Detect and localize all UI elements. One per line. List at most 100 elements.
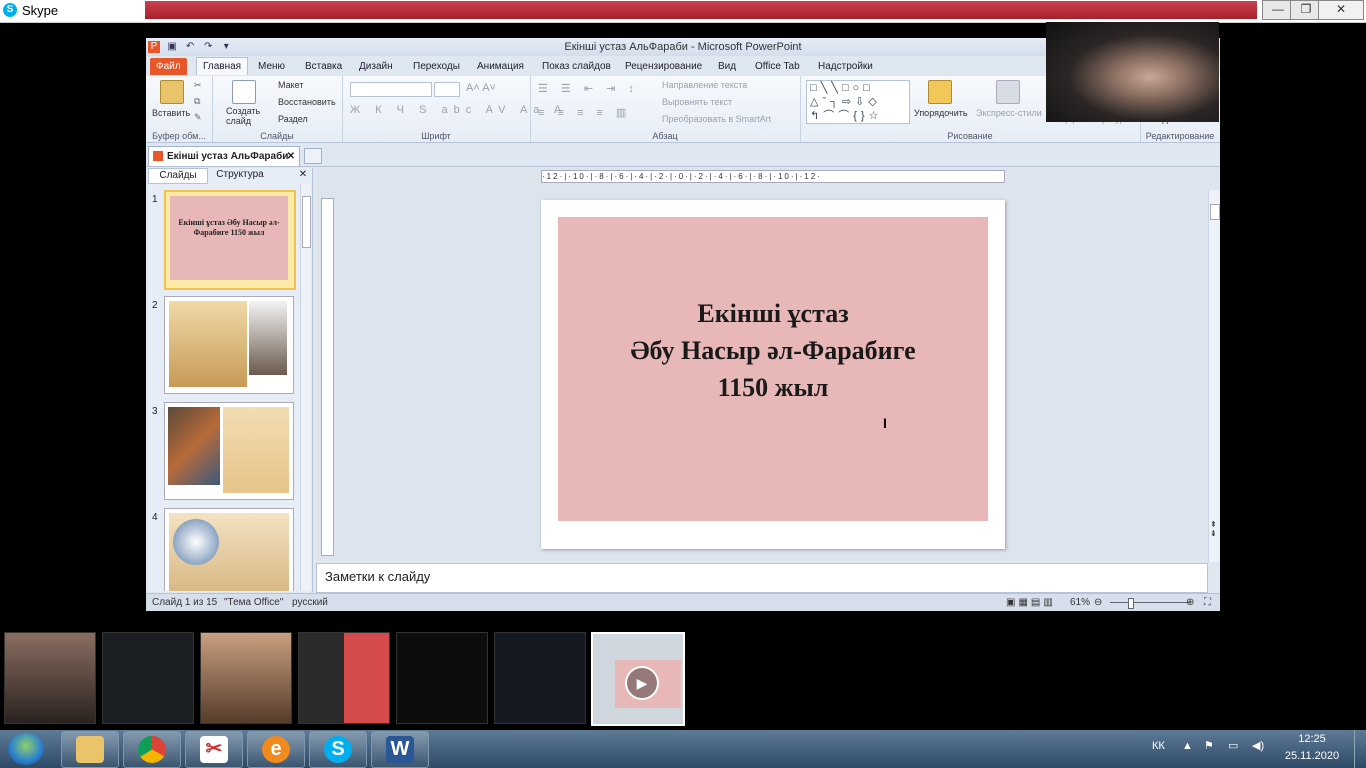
taskbar-skype[interactable]: S bbox=[309, 731, 367, 768]
zoom-slider[interactable] bbox=[1110, 602, 1190, 603]
panel-scrollbar[interactable] bbox=[300, 184, 311, 590]
redo-icon[interactable]: ↷ bbox=[202, 41, 214, 53]
zoom-slider-thumb[interactable] bbox=[1128, 598, 1134, 609]
participant-video[interactable] bbox=[4, 632, 96, 724]
align-icons[interactable]: ≡ ≡ ≡ ≡ ▥ bbox=[538, 106, 631, 119]
close-button[interactable]: ✕ bbox=[1318, 0, 1364, 20]
font-grow-icon[interactable]: A˄ A˅ bbox=[466, 82, 496, 94]
play-icon[interactable]: ▶ bbox=[625, 666, 659, 700]
tab-slides[interactable]: Слайды bbox=[148, 168, 208, 184]
close-tab-icon[interactable]: ✕ bbox=[287, 147, 295, 166]
skype-icon: S bbox=[324, 736, 352, 763]
taskbar-explorer[interactable] bbox=[61, 731, 119, 768]
clock-time[interactable]: 12:25 bbox=[1284, 733, 1340, 745]
shapes-gallery[interactable]: □╲╲□○□ △ˇ┐⇨⇩◇ ↰⌒⌒{}☆ bbox=[806, 80, 910, 124]
taskbar-word[interactable]: W bbox=[371, 731, 429, 768]
slide-background: Екінші ұстаз Әбу Насыр әл-Фарабиге 1150 … bbox=[558, 217, 988, 521]
tab-home[interactable]: Главная bbox=[196, 57, 249, 75]
slide-title[interactable]: Екінші ұстаз Әбу Насыр әл-Фарабиге 1150 … bbox=[558, 295, 988, 406]
tab-outline[interactable]: Структура bbox=[208, 168, 272, 182]
participant-video[interactable] bbox=[102, 632, 194, 724]
tray-expand-icon[interactable]: ▲ bbox=[1182, 740, 1193, 752]
show-desktop-button[interactable] bbox=[1354, 730, 1365, 768]
save-icon[interactable]: ▣ bbox=[166, 41, 178, 53]
document-tab-bar: Екінші устаз АльФараби ✕ bbox=[146, 144, 1220, 167]
close-panel-icon[interactable]: ✕ bbox=[296, 168, 310, 182]
slide-scroll-thumb[interactable] bbox=[1210, 204, 1220, 220]
fit-window-icon[interactable]: ⛶ bbox=[1204, 594, 1211, 611]
new-tab-icon[interactable] bbox=[304, 148, 322, 164]
zoom-out-icon[interactable]: ⊖ bbox=[1094, 594, 1102, 611]
reset-button[interactable]: Восстановить bbox=[278, 97, 336, 107]
action-center-icon[interactable]: ⚑ bbox=[1204, 739, 1214, 752]
clock-date[interactable]: 25.11.2020 bbox=[1284, 750, 1340, 762]
document-tab[interactable]: Екінші устаз АльФараби ✕ bbox=[148, 146, 300, 166]
tab-design[interactable]: Дизайн bbox=[353, 58, 399, 75]
horizontal-ruler: ·12·|·10·|·8·|·6·|·4·|·2·|·0·|·2·|·4·|·6… bbox=[541, 170, 1005, 183]
tab-transitions[interactable]: Переходы bbox=[407, 58, 466, 75]
tab-menu[interactable]: Меню bbox=[252, 58, 291, 75]
layout-button[interactable]: Макет bbox=[278, 80, 303, 90]
zoom-in-icon[interactable]: ⊕ bbox=[1186, 594, 1194, 611]
font-name-field[interactable] bbox=[350, 82, 432, 97]
paste-icon[interactable] bbox=[160, 80, 184, 104]
notes-pane[interactable]: Заметки к слайду bbox=[316, 563, 1208, 593]
slide-thumb-4[interactable] bbox=[164, 508, 294, 591]
smartart-button[interactable]: Преобразовать в SmartArt bbox=[662, 114, 771, 124]
tab-animation[interactable]: Анимация bbox=[471, 58, 530, 75]
ppt-logo-icon: P bbox=[148, 41, 160, 53]
tab-office-tab[interactable]: Office Tab bbox=[749, 58, 806, 75]
arrange-button[interactable]: Упорядочить bbox=[914, 108, 968, 118]
network-icon[interactable]: ▭ bbox=[1228, 739, 1238, 752]
word-icon: W bbox=[386, 736, 414, 763]
font-size-field[interactable] bbox=[434, 82, 460, 97]
taskbar-paint[interactable]: ✂ bbox=[185, 731, 243, 768]
thumb-number: 3 bbox=[152, 406, 158, 417]
tab-insert[interactable]: Вставка bbox=[299, 58, 348, 75]
copy-icon[interactable]: ⧉ bbox=[194, 96, 200, 107]
list-icons[interactable]: ☰ ☰ ⇤ ⇥ ↕ bbox=[538, 82, 639, 95]
new-slide-icon[interactable] bbox=[232, 80, 256, 104]
start-button[interactable] bbox=[8, 733, 44, 765]
new-slide-button[interactable]: Создать слайд bbox=[226, 106, 262, 126]
tab-view[interactable]: Вид bbox=[712, 58, 742, 75]
language[interactable]: русский bbox=[292, 594, 328, 611]
status-bar: Слайд 1 из 15 "Тема Office" русский ▣▦▤▥… bbox=[146, 593, 1220, 611]
current-slide[interactable]: Екінші ұстаз Әбу Насыр әл-Фарабиге 1150 … bbox=[541, 200, 1005, 549]
zoom-level[interactable]: 61% bbox=[1070, 594, 1090, 611]
tab-review[interactable]: Рецензирование bbox=[619, 58, 708, 75]
tab-file[interactable]: Файл bbox=[150, 58, 187, 75]
participant-video[interactable] bbox=[494, 632, 586, 724]
taskbar-browser[interactable]: e bbox=[247, 731, 305, 768]
screen-share-video[interactable]: ▶ bbox=[591, 632, 685, 726]
text-direction-button[interactable]: Направление текста bbox=[662, 80, 747, 90]
arrange-icon[interactable] bbox=[928, 80, 952, 104]
slide-thumb-1[interactable]: Екінші ұстаз Әбу Насыр әл-Фарабиге 1150 … bbox=[164, 190, 296, 290]
slide-thumb-3[interactable] bbox=[164, 402, 294, 500]
quick-styles-button[interactable]: Экспресс-стили bbox=[976, 108, 1042, 118]
format-painter-icon[interactable]: ✎ bbox=[194, 112, 202, 123]
prev-next-slide-icon[interactable]: ⇞ ⇟ bbox=[1210, 520, 1217, 538]
section-button[interactable]: Раздел bbox=[278, 114, 308, 124]
volume-icon[interactable]: ◀) bbox=[1252, 739, 1264, 752]
paste-button[interactable]: Вставить bbox=[152, 108, 190, 118]
tab-slideshow[interactable]: Показ слайдов bbox=[536, 58, 617, 75]
participant-video[interactable] bbox=[396, 632, 488, 724]
panel-scroll-thumb[interactable] bbox=[302, 196, 311, 248]
slide-title-line2: Әбу Насыр әл-Фарабиге bbox=[630, 336, 916, 365]
align-text-button[interactable]: Выровнять текст bbox=[662, 97, 732, 107]
participant-video[interactable] bbox=[200, 632, 292, 724]
undo-icon[interactable]: ↶ bbox=[184, 41, 196, 53]
participant-video[interactable] bbox=[298, 632, 390, 724]
qat-menu-icon[interactable]: ▾ bbox=[220, 41, 232, 53]
group-label: Слайды bbox=[260, 131, 294, 141]
view-buttons-icon[interactable]: ▣▦▤▥ bbox=[1006, 594, 1056, 611]
slide-thumb-2[interactable] bbox=[164, 296, 294, 394]
taskbar-chrome[interactable] bbox=[123, 731, 181, 768]
quick-styles-icon[interactable] bbox=[996, 80, 1020, 104]
language-indicator[interactable]: КК bbox=[1152, 740, 1165, 752]
slide-scrollbar[interactable]: ⇞ ⇟ bbox=[1208, 190, 1220, 562]
group-label: Шрифт bbox=[421, 131, 451, 141]
cut-icon[interactable]: ✂ bbox=[194, 80, 202, 91]
tab-addins[interactable]: Надстройки bbox=[812, 58, 879, 75]
